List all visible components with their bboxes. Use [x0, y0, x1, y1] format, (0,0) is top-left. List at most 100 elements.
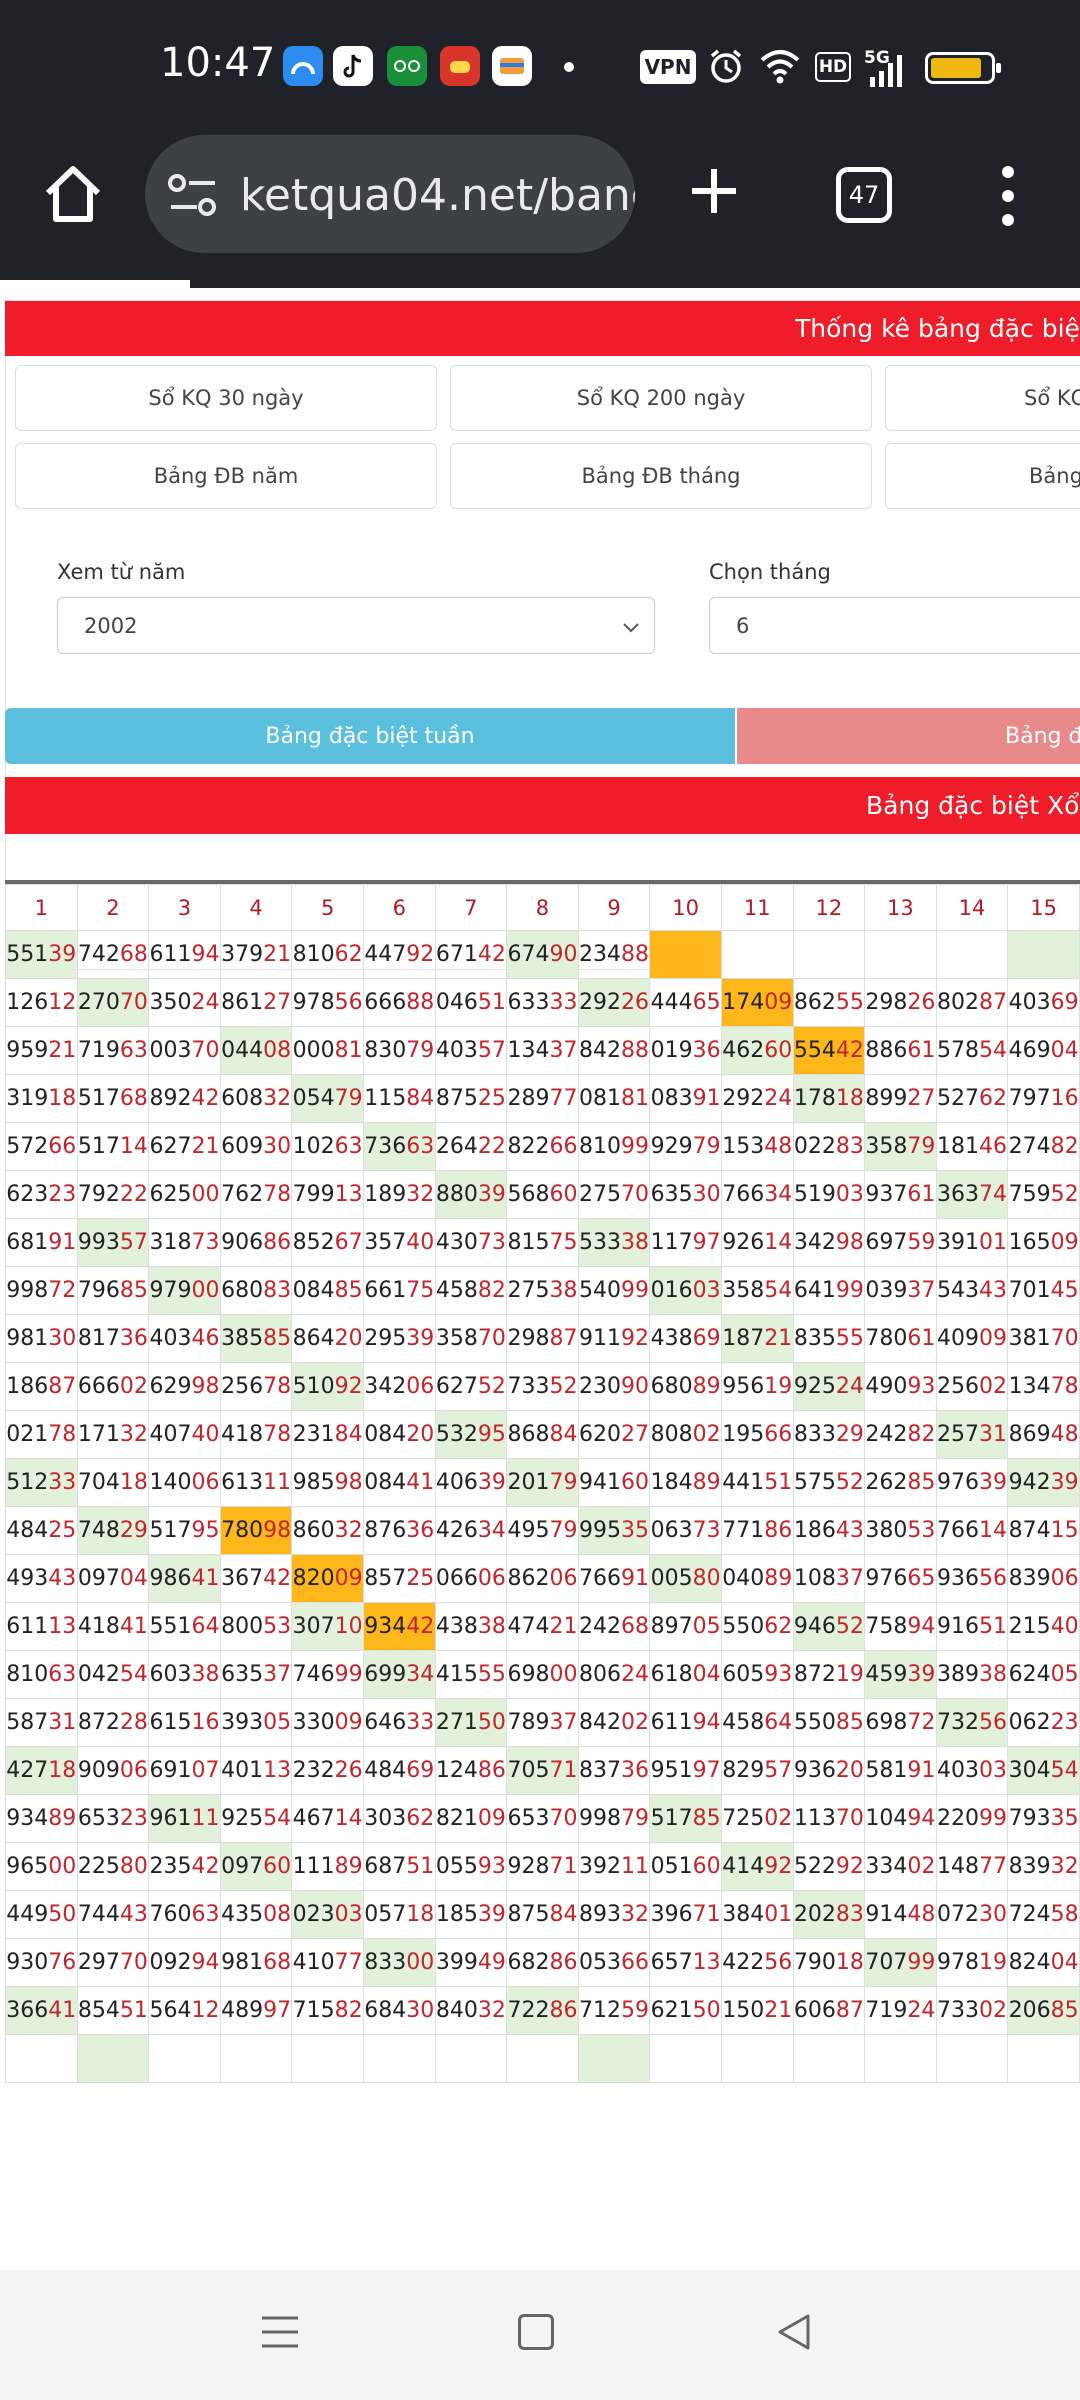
- btn-bang-db-nam[interactable]: Bảng ĐB năm: [15, 443, 437, 509]
- table-row: 18687 66602 62998 25678 51092 34206 62752 73352…: [5, 1362, 1080, 1411]
- result-cell: 48469: [362, 1746, 436, 1795]
- result-cell: 94652: [792, 1602, 866, 1651]
- result-cell: 26422: [434, 1122, 508, 1171]
- result-cell: 82266: [506, 1122, 579, 1171]
- result-cell: 79913: [291, 1170, 364, 1219]
- result-cell: 51233: [5, 1458, 78, 1507]
- result-cell: 93442: [362, 1602, 436, 1651]
- overflow-menu-icon[interactable]: [996, 164, 1020, 228]
- table-row: 58731 87228 61516 39305 33009 64633 27150 78937…: [5, 1698, 1080, 1747]
- result-cell: 55442: [792, 1026, 866, 1075]
- result-cell: 74829: [76, 1506, 150, 1555]
- result-cell: 71259: [577, 1986, 651, 2035]
- month-select[interactable]: 6: [709, 597, 1080, 654]
- result-cell: [864, 930, 937, 979]
- result-cell: 86948: [1007, 1410, 1080, 1459]
- result-cell: 86032: [291, 1506, 364, 1555]
- table-header-row: 1 2 3 4 5 6 7 8 9 10 11 12 13 14 15: [5, 884, 1080, 931]
- site-settings-icon[interactable]: [167, 173, 219, 221]
- result-cell: 87525: [434, 1074, 508, 1123]
- result-cell: 69934: [362, 1650, 436, 1699]
- result-cell: 98168: [219, 1938, 293, 1987]
- new-tab-icon[interactable]: [688, 165, 740, 217]
- home-icon[interactable]: [40, 163, 106, 225]
- result-cell: 69800: [506, 1650, 579, 1699]
- result-cell: 91651: [935, 1602, 1009, 1651]
- result-cell: 44465: [649, 978, 722, 1027]
- result-cell: 85267: [291, 1218, 364, 1267]
- result-cell: 14877: [935, 1842, 1009, 1891]
- result-cell: 49343: [5, 1554, 78, 1603]
- result-cell: 99535: [577, 1506, 651, 1555]
- result-cell: 08485: [291, 1266, 364, 1315]
- btn-so-kq-200[interactable]: Sổ KQ 200 ngày: [450, 365, 872, 431]
- result-cell: 71963: [76, 1026, 150, 1075]
- result-cell: 23542: [148, 1842, 221, 1891]
- result-cell: [792, 930, 866, 979]
- menu-icon[interactable]: [260, 2312, 300, 2352]
- result-cell: 95197: [649, 1746, 722, 1795]
- address-bar[interactable]: ketqua04.net/bang-dac-biet: [145, 135, 635, 253]
- result-cell: 61194: [649, 1698, 722, 1747]
- result-cell: [291, 2034, 364, 2083]
- month-select-value: 6: [736, 613, 750, 638]
- url-text[interactable]: ketqua04.net/bang-dac-biet: [240, 170, 635, 221]
- result-cell: 92524: [792, 1362, 866, 1411]
- result-cell: 80624: [577, 1650, 651, 1699]
- home-square-icon[interactable]: [518, 2314, 554, 2350]
- result-cell: 05718: [362, 1890, 436, 1939]
- result-cell: 62752: [434, 1362, 508, 1411]
- result-cell: 81575: [506, 1218, 579, 1267]
- result-cell: 01603: [649, 1266, 722, 1315]
- result-cell: 63333: [506, 978, 579, 1027]
- tab-switcher-button[interactable]: 47: [836, 167, 892, 223]
- column-header: 14: [935, 884, 1009, 931]
- result-cell: 95921: [5, 1026, 78, 1075]
- chevron-down-icon: [622, 616, 640, 640]
- table-spacer: [5, 834, 1080, 882]
- tab-bang-dac-biet-thang[interactable]: Bảng đặc: [737, 708, 1080, 764]
- result-cell: 51903: [792, 1170, 866, 1219]
- result-cell: 10494: [864, 1794, 937, 1843]
- table-row: 55139 74268 61194 37921 81062 44792 67142 67490…: [5, 930, 1080, 979]
- btn-bang-more[interactable]: Bảng: [885, 443, 1080, 509]
- result-cell: 79335: [1007, 1794, 1080, 1843]
- result-cell: 43508: [219, 1890, 293, 1939]
- btn-so-kq-30[interactable]: Sổ KQ 30 ngày: [15, 365, 437, 431]
- year-select[interactable]: 2002: [57, 597, 655, 654]
- result-cell: 61194: [148, 930, 221, 979]
- result-cell: 79018: [792, 1938, 866, 1987]
- result-cell: 97639: [935, 1458, 1009, 1507]
- result-cell: 82957: [720, 1746, 794, 1795]
- result-cell: 49093: [864, 1362, 937, 1411]
- oppo-icon: [387, 46, 427, 86]
- result-cell: 65370: [506, 1794, 579, 1843]
- result-cell: 73256: [935, 1698, 1009, 1747]
- btn-bang-db-thang[interactable]: Bảng ĐB tháng: [450, 443, 872, 509]
- result-cell: 04651: [434, 978, 508, 1027]
- app-icon-blue: [283, 46, 323, 86]
- result-cell: 45939: [864, 1650, 937, 1699]
- result-cell: 98130: [5, 1314, 78, 1363]
- result-cell: 09760: [219, 1842, 293, 1891]
- table-row: 36641 85451 56412 48997 71582 68430 84032 72286…: [5, 1986, 1080, 2035]
- result-cell: 60338: [148, 1650, 221, 1699]
- result-cell: 43869: [649, 1314, 722, 1363]
- result-cell: 87415: [1007, 1506, 1080, 1555]
- result-cell: 85451: [76, 1986, 150, 2035]
- btn-so-kq-more[interactable]: Sổ KQ: [885, 365, 1080, 431]
- result-cell: 51714: [76, 1122, 150, 1171]
- result-cell: 13478: [1007, 1362, 1080, 1411]
- back-icon[interactable]: [774, 2312, 814, 2352]
- result-cell: 83555: [792, 1314, 866, 1363]
- result-cell: 67142: [434, 930, 508, 979]
- result-cell: 06373: [649, 1506, 722, 1555]
- result-cell: 42718: [5, 1746, 78, 1795]
- result-cell: 81736: [76, 1314, 150, 1363]
- result-cell: 40113: [219, 1746, 293, 1795]
- wallet-icon: [492, 46, 532, 86]
- result-cell: 05593: [434, 1842, 508, 1891]
- result-cell: 89705: [649, 1602, 722, 1651]
- result-cell: 53295: [434, 1410, 508, 1459]
- tab-bang-dac-biet-tuan[interactable]: Bảng đặc biệt tuần: [5, 708, 735, 764]
